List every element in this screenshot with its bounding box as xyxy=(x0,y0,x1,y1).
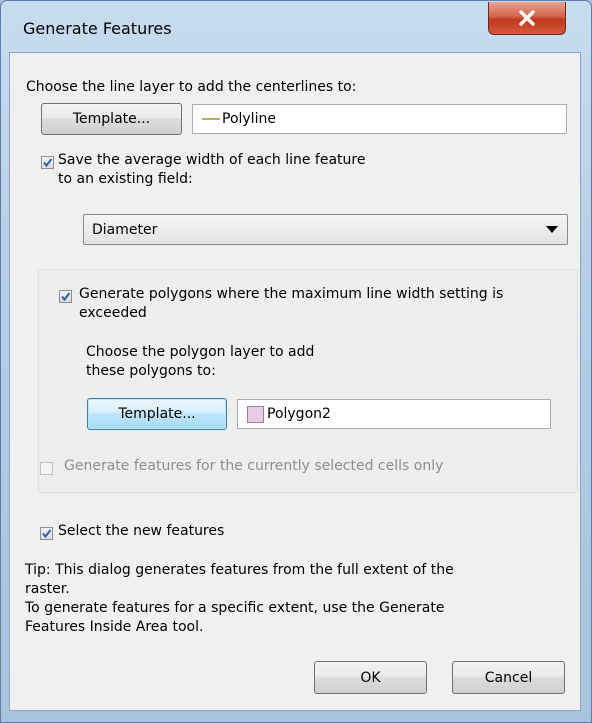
line-template-button[interactable]: Template... xyxy=(41,103,182,135)
close-button[interactable] xyxy=(488,2,566,35)
polygon-layer-prompt-1: Choose the polygon layer to add xyxy=(86,344,315,360)
generate-polygons-checkbox[interactable] xyxy=(59,290,72,303)
select-new-checkbox[interactable] xyxy=(40,527,53,540)
tip-line-3: To generate features for a specific exte… xyxy=(25,600,445,616)
polygon-layer-prompt-2: these polygons to: xyxy=(86,363,216,379)
width-field-value: Diameter xyxy=(92,221,158,238)
save-width-checkbox[interactable] xyxy=(41,156,54,169)
cancel-button[interactable]: Cancel xyxy=(452,661,565,694)
polygon-swatch-icon xyxy=(247,405,264,423)
title-bar[interactable]: Generate Features xyxy=(1,1,591,53)
polyline-swatch-icon xyxy=(202,118,220,120)
tip-line-4: Features Inside Area tool. xyxy=(25,619,204,635)
window-title: Generate Features xyxy=(23,19,172,38)
generate-polygons-label-1: Generate polygons where the maximum line… xyxy=(79,286,504,302)
ok-button[interactable]: OK xyxy=(314,661,427,694)
checkmark-icon xyxy=(42,529,52,539)
selected-cells-checkbox[interactable] xyxy=(40,462,53,475)
save-width-label-1: Save the average width of each line feat… xyxy=(58,152,366,168)
select-new-label: Select the new features xyxy=(58,523,225,539)
line-layer-field[interactable]: Polyline xyxy=(192,104,567,134)
width-field-select[interactable]: Diameter xyxy=(83,214,568,245)
polygon-layer-name: Polygon2 xyxy=(267,406,331,422)
dropdown-arrow-icon xyxy=(546,225,558,233)
polygon-layer-field[interactable]: Polygon2 xyxy=(237,399,551,429)
selected-cells-label: Generate features for the currently sele… xyxy=(64,458,444,474)
dialog-window: Generate Features Choose the line layer … xyxy=(0,0,592,723)
generate-polygons-label-2: exceeded xyxy=(79,305,147,321)
save-width-label-2: to an existing field: xyxy=(58,171,193,187)
checkmark-icon xyxy=(43,158,53,168)
tip-line-1: Tip: This dialog generates features from… xyxy=(25,562,454,578)
close-icon xyxy=(519,10,535,26)
line-layer-prompt: Choose the line layer to add the centerl… xyxy=(26,79,357,95)
checkmark-icon xyxy=(61,292,71,302)
line-layer-name: Polyline xyxy=(222,111,276,127)
polygon-template-button[interactable]: Template... xyxy=(87,398,227,430)
tip-line-2: raster. xyxy=(25,581,70,597)
